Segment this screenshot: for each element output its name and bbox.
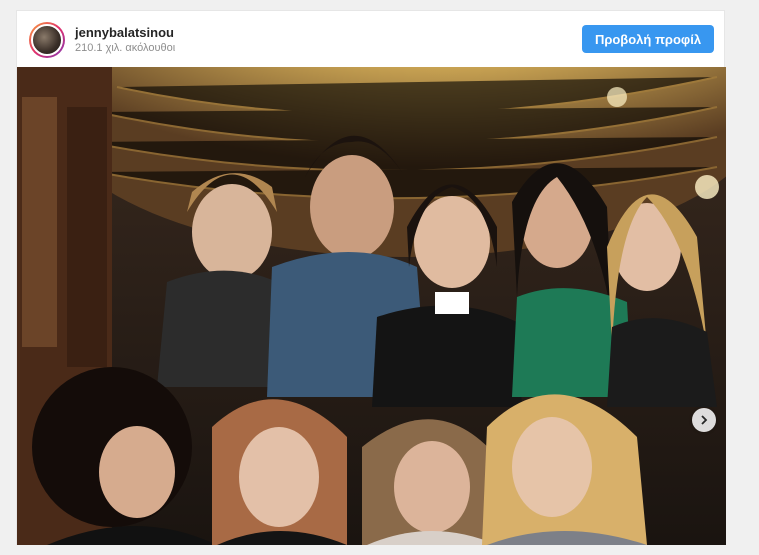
followers-count: 210.1 χιλ. ακόλουθοι	[75, 42, 176, 54]
post-photo[interactable]	[17, 67, 726, 545]
chevron-right-icon	[701, 415, 708, 425]
group-photo-image	[17, 67, 726, 545]
instagram-embed-card: jennybalatsinou 210.1 χιλ. ακόλουθοι Προ…	[16, 10, 726, 545]
username[interactable]: jennybalatsinou	[75, 25, 174, 40]
next-photo-button[interactable]	[692, 408, 716, 432]
view-profile-button[interactable]: Προβολή προφίλ	[582, 25, 714, 53]
post-header: jennybalatsinou 210.1 χιλ. ακόλουθοι Προ…	[17, 11, 724, 67]
avatar[interactable]	[29, 22, 65, 58]
